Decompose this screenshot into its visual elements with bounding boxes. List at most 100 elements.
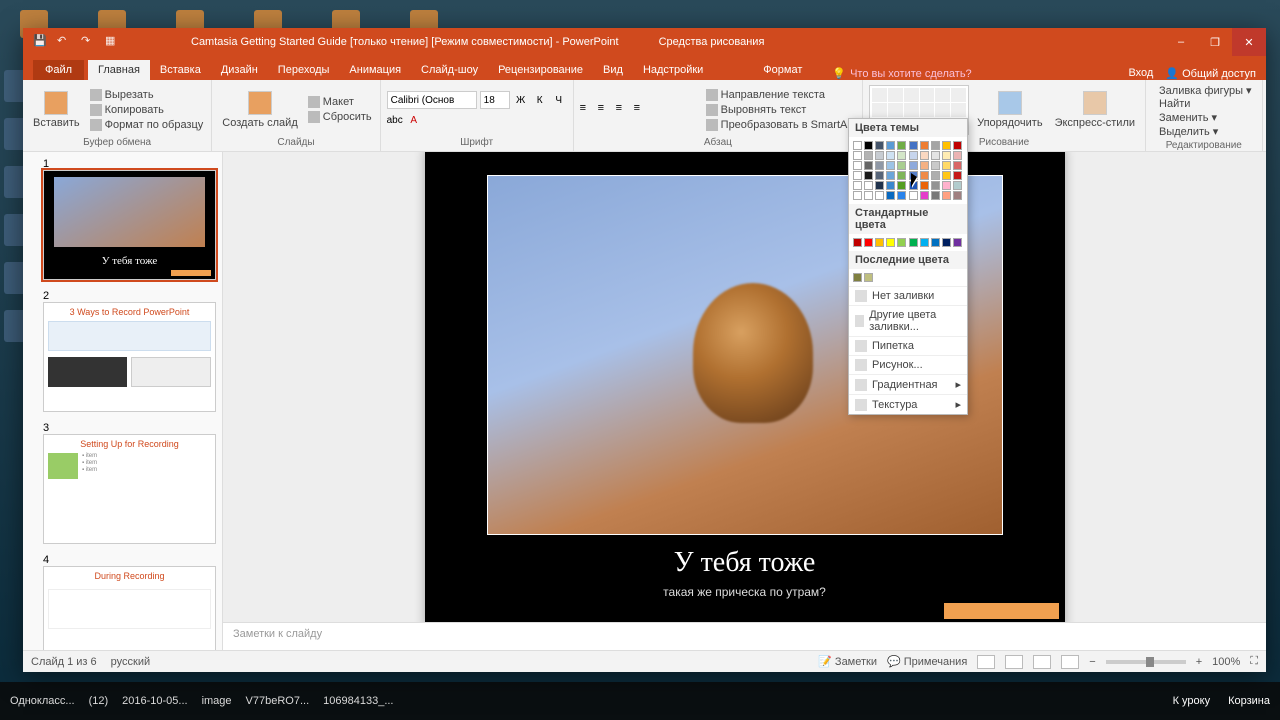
color-swatch[interactable] [920,141,929,150]
color-swatch[interactable] [875,151,884,160]
color-swatch[interactable] [942,238,951,247]
color-swatch[interactable] [953,141,962,150]
close-button[interactable]: ✕ [1232,28,1266,56]
arrange-button[interactable]: Упорядочить [973,89,1046,131]
no-fill-option[interactable]: Нет заливки [849,286,967,305]
tab-animation[interactable]: Анимация [339,60,411,80]
slide-canvas[interactable]: У тебя тоже такая же прическа по утрам? [223,152,1266,622]
gradient-fill-option[interactable]: Градиентная▸ [849,374,967,394]
taskbar-item[interactable]: V77beRO7... [246,695,310,707]
align-text-button[interactable]: Выровнять текст [704,103,856,117]
color-swatch[interactable] [942,191,951,200]
color-swatch[interactable] [909,151,918,160]
color-swatch[interactable] [942,171,951,180]
color-swatch[interactable] [931,141,940,150]
slideshow-view-button[interactable] [1061,655,1079,669]
selected-shape[interactable] [944,603,1059,619]
color-swatch[interactable] [853,141,862,150]
color-swatch[interactable] [875,161,884,170]
zoom-out-button[interactable]: − [1089,656,1095,668]
taskbar-item[interactable]: 2016-10-05... [122,695,187,707]
color-swatch[interactable] [953,238,962,247]
color-swatch[interactable] [853,151,862,160]
color-swatch[interactable] [864,238,873,247]
slide-thumbnail[interactable]: 3 Ways to Record PowerPoint [43,302,216,412]
paste-button[interactable]: Вставить [29,89,84,131]
color-swatch[interactable] [931,238,940,247]
slide-thumbnail[interactable]: У тебя тоже [43,170,216,280]
slide-thumbnails-panel[interactable]: 1 У тебя тоже 2 3 Ways to Record PowerPo… [23,152,223,650]
sorter-view-button[interactable] [1005,655,1023,669]
cut-button[interactable]: Вырезать [88,88,206,102]
color-swatch[interactable] [953,191,962,200]
color-swatch[interactable] [920,238,929,247]
color-swatch[interactable] [864,191,873,200]
slide-thumbnail[interactable]: Setting Up for Recording ▪ item▪ item▪ i… [43,434,216,544]
text-direction-button[interactable]: Направление текста [704,88,856,102]
color-swatch[interactable] [864,161,873,170]
color-swatch[interactable] [897,161,906,170]
status-notes-button[interactable]: 📝 Заметки [818,655,877,668]
eyedropper-option[interactable]: Пипетка [849,336,967,355]
taskbar-item[interactable]: (12) [89,695,109,707]
color-swatch[interactable] [875,171,884,180]
fit-to-window-button[interactable]: ⛶ [1250,655,1258,668]
color-swatch[interactable] [953,181,962,190]
color-swatch[interactable] [953,171,962,180]
color-swatch[interactable] [864,181,873,190]
color-swatch[interactable] [931,191,940,200]
zoom-level[interactable]: 100% [1212,656,1240,668]
color-swatch[interactable] [942,161,951,170]
taskbar-item[interactable]: Однокласс... [10,695,75,707]
underline-button[interactable]: Ч [551,92,567,108]
font-size-combo[interactable] [480,91,510,109]
start-slideshow-icon[interactable]: ▦ [105,34,121,50]
layout-button[interactable]: Макет [306,95,374,109]
color-swatch[interactable] [886,181,895,190]
tab-format[interactable]: Формат [753,60,812,80]
color-swatch[interactable] [931,181,940,190]
reset-button[interactable]: Сбросить [306,110,374,124]
redo-icon[interactable]: ↷ [81,34,97,50]
notes-pane[interactable]: Заметки к слайду [223,622,1266,650]
save-icon[interactable]: 💾 [33,34,49,50]
tell-me-input[interactable]: 💡 Что вы хотите сделать? [832,67,971,80]
color-swatch[interactable] [864,151,873,160]
color-swatch[interactable] [875,191,884,200]
color-swatch[interactable] [931,161,940,170]
signin-link[interactable]: Вход [1128,67,1153,80]
color-swatch[interactable] [931,171,940,180]
color-swatch[interactable] [886,171,895,180]
color-swatch[interactable] [909,238,918,247]
color-swatch[interactable] [909,191,918,200]
bold-button[interactable]: Ж [513,92,529,108]
tab-transitions[interactable]: Переходы [268,60,340,80]
font-name-combo[interactable] [387,91,477,109]
color-swatch[interactable] [931,151,940,160]
font-color-button[interactable]: A [406,112,422,128]
color-swatch[interactable] [953,161,962,170]
zoom-in-button[interactable]: + [1196,656,1202,668]
tab-home[interactable]: Главная [88,60,150,80]
texture-fill-option[interactable]: Текстура▸ [849,394,967,414]
tab-design[interactable]: Дизайн [211,60,268,80]
normal-view-button[interactable] [977,655,995,669]
color-swatch[interactable] [864,141,873,150]
color-swatch[interactable] [875,238,884,247]
color-swatch[interactable] [875,181,884,190]
undo-icon[interactable]: ↶ [57,34,73,50]
tab-addins[interactable]: Надстройки [633,60,713,80]
tab-insert[interactable]: Вставка [150,60,211,80]
color-swatch[interactable] [864,273,873,282]
maximize-button[interactable]: ❐ [1198,28,1232,56]
new-slide-button[interactable]: Создать слайд [218,89,301,131]
color-swatch[interactable] [897,151,906,160]
color-swatch[interactable] [886,151,895,160]
color-swatch[interactable] [853,181,862,190]
reading-view-button[interactable] [1033,655,1051,669]
status-comments-button[interactable]: 💬 Примечания [887,655,967,668]
color-swatch[interactable] [886,191,895,200]
picture-fill-option[interactable]: Рисунок... [849,355,967,374]
color-swatch[interactable] [853,191,862,200]
taskbar-right[interactable]: К уроку [1173,695,1211,707]
